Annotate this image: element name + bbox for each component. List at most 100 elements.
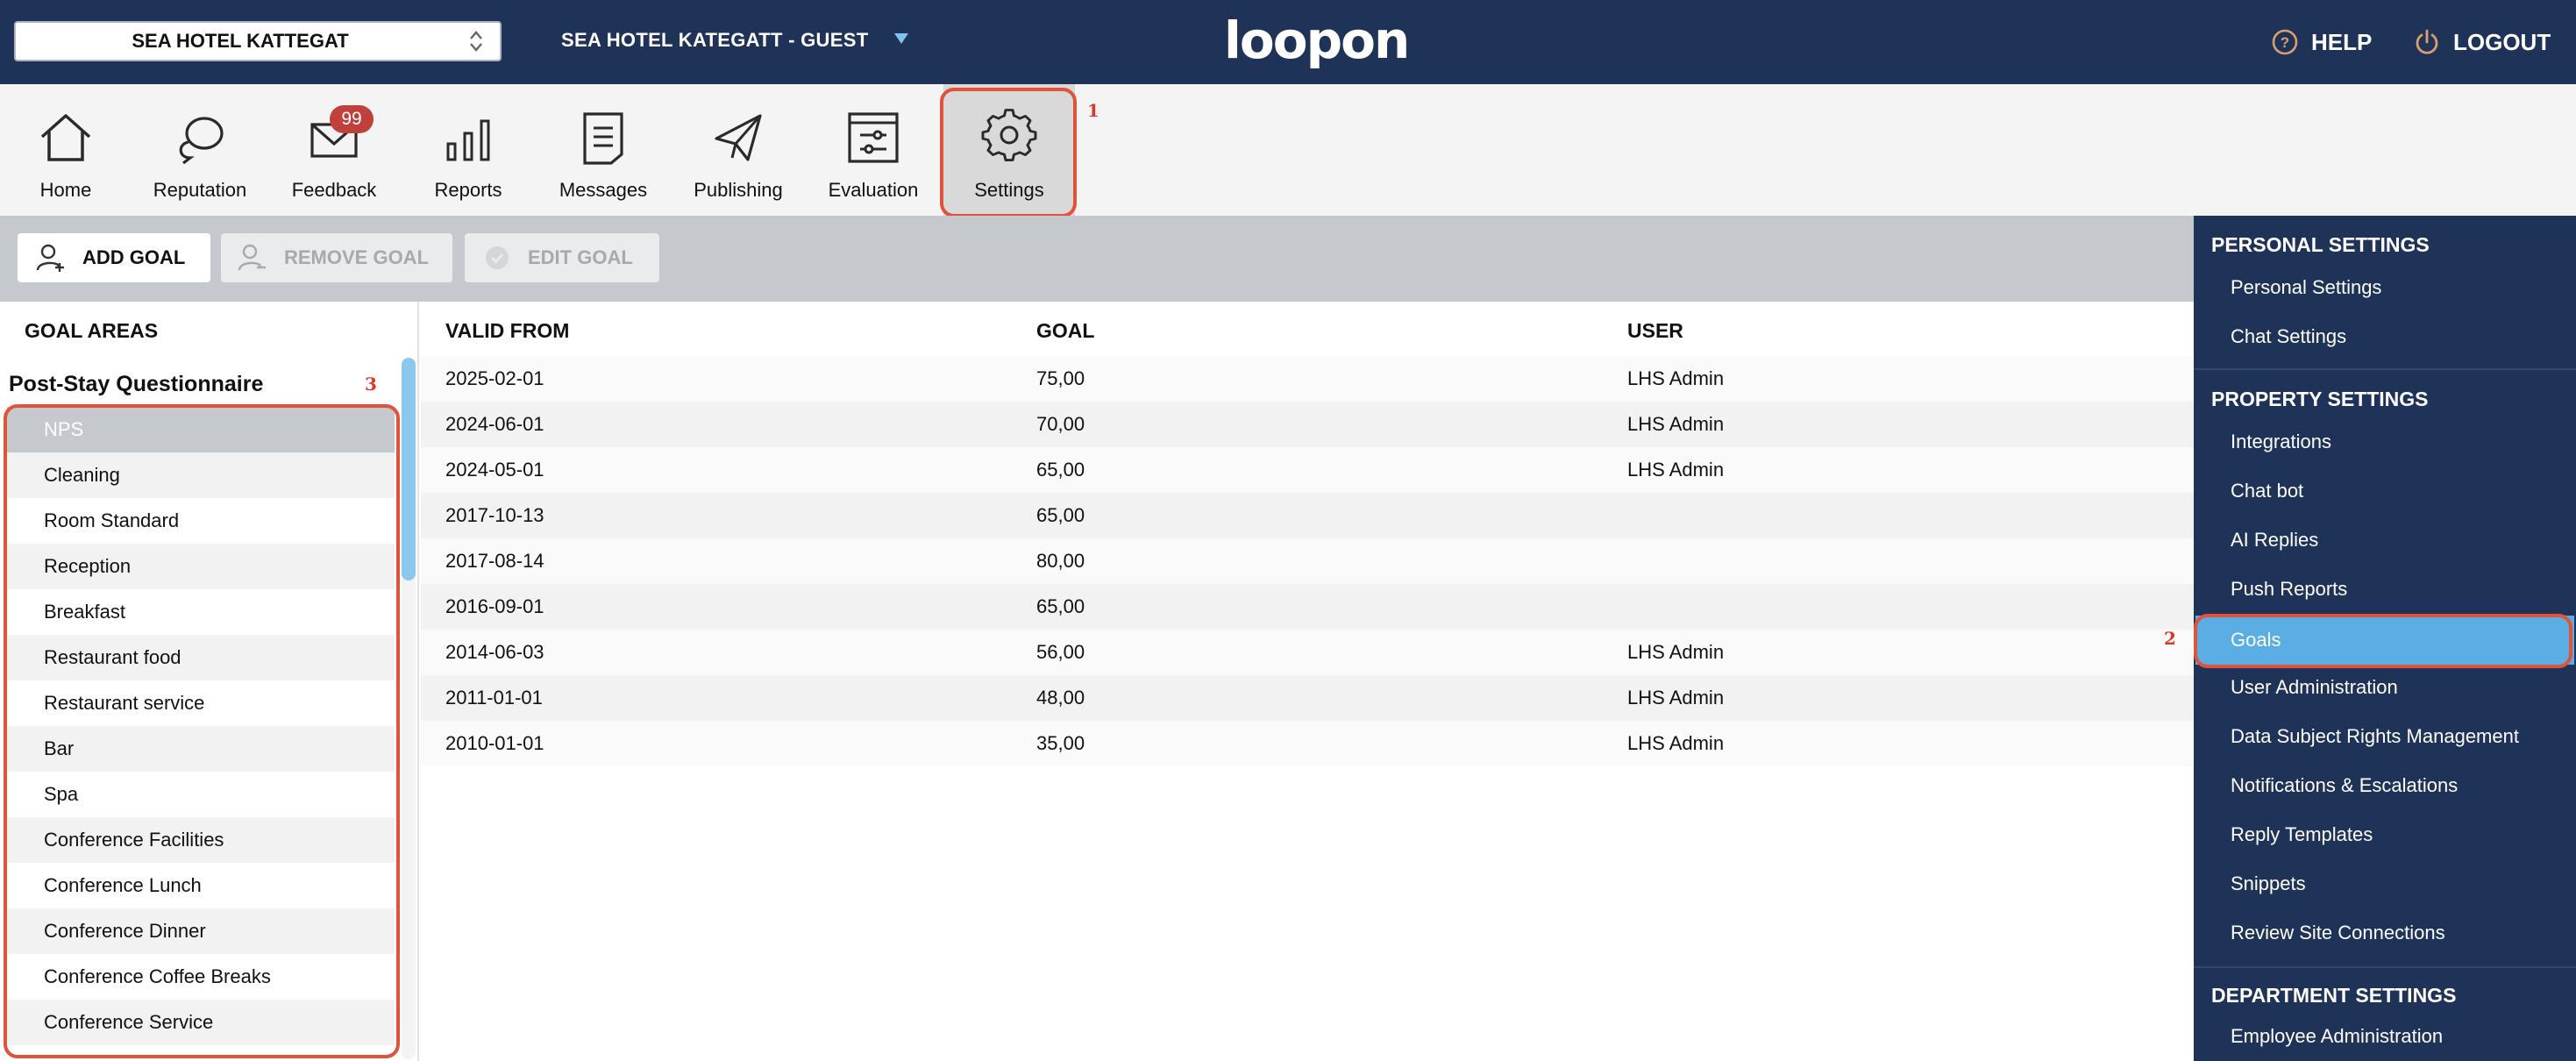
cell-user: LHS Admin [1627,413,1725,435]
nav-reputation-label: Reputation [153,179,247,201]
loopon-logo: loopon [1224,11,1410,70]
column-user[interactable]: USER [1627,319,1683,343]
nav-publishing[interactable]: Publishing [672,84,804,216]
help-circle-icon: ? [2272,29,2298,55]
edit-goal-label: EDIT GOAL [528,246,633,268]
table-row[interactable]: 2024-06-01 70,00 LHS Admin [421,402,2194,447]
guest-selector[interactable]: SEA HOTEL KATEGATT - GUEST [561,0,868,81]
table-row[interactable]: 2024-05-01 65,00 LHS Admin [421,447,2194,493]
remove-goal-button[interactable]: REMOVE GOAL [221,233,452,282]
goal-areas-group-title[interactable]: Post-Stay Questionnaire [9,372,263,397]
main-nav: Home Reputation Feedback Reports Message… [0,84,2576,216]
department-settings-heading: DEPARTMENT SETTINGS [2211,984,2457,1007]
nav-reputation[interactable]: Reputation [134,84,266,216]
table-row[interactable]: 2025-02-01 75,00 LHS Admin [421,356,2194,402]
sidebar-item-personal-settings[interactable]: Personal Settings [2195,263,2574,312]
cell-goal: 35,00 [1036,732,1085,754]
cell-user: LHS Admin [1627,459,1725,481]
sidebar-item-push-reports[interactable]: Push Reports [2195,565,2574,614]
cell-goal: 56,00 [1036,641,1085,663]
cell-valid-from: 2024-06-01 [445,413,544,435]
goals-toolbar: ADD GOAL REMOVE GOAL EDIT GOAL [0,216,2194,302]
sidebar-item-user-administration[interactable]: User Administration [2195,663,2574,712]
column-goal[interactable]: GOAL [1036,319,1094,343]
property-selector[interactable]: SEA HOTEL KATTEGAT [14,21,502,61]
check-circle-icon [486,246,509,269]
sidebar-item-integrations[interactable]: Integrations [2195,417,2574,466]
annotation-1: 1 [1087,100,1099,121]
nav-evaluation[interactable]: Evaluation [808,84,939,216]
cell-valid-from: 2010-01-01 [445,732,544,754]
nav-feedback[interactable]: Feedback [268,84,400,216]
column-valid-from[interactable]: VALID FROM [445,319,569,343]
table-row[interactable]: 2011-01-01 48,00 LHS Admin [421,675,2194,721]
cell-goal: 70,00 [1036,413,1085,435]
power-icon [2416,29,2438,54]
add-goal-label: ADD GOAL [82,246,186,268]
sliders-icon [848,112,899,163]
logout-label: LOGOUT [2453,28,2551,55]
add-user-icon [36,244,64,272]
nav-feedback-label: Feedback [291,179,377,201]
table-row[interactable]: 2014-06-03 56,00 LHS Admin [421,630,2194,675]
cell-valid-from: 2014-06-03 [445,641,544,663]
nav-publishing-label: Publishing [694,179,783,201]
updown-arrows-icon [470,31,482,52]
goal-areas-scrollbar[interactable] [402,358,416,580]
nav-messages[interactable]: Messages [537,84,669,216]
property-selector-label: SEA HOTEL KATTEGAT [132,30,349,52]
cell-goal: 65,00 [1036,504,1085,526]
document-icon [583,112,623,165]
personal-settings-heading: PERSONAL SETTINGS [2211,233,2430,256]
table-row[interactable]: 2010-01-01 35,00 LHS Admin [421,721,2194,766]
cell-goal: 65,00 [1036,595,1085,617]
cell-goal: 80,00 [1036,550,1085,572]
logout-link[interactable]: LOGOUT [2413,0,2551,84]
sidebar-item-data-subject-rights[interactable]: Data Subject Rights Management [2195,712,2574,761]
goals-table-header: VALID FROM GOAL USER [421,302,2194,356]
home-icon [40,114,91,161]
cell-valid-from: 2025-02-01 [445,367,544,389]
help-link[interactable]: ? HELP [2271,0,2372,84]
sidebar-item-chat-settings[interactable]: Chat Settings [2195,312,2574,361]
sidebar-divider [2194,368,2576,370]
annotation-3: 3 [365,374,377,395]
add-goal-button[interactable]: ADD GOAL [18,233,210,282]
settings-highlight [940,88,1077,217]
remove-user-icon [238,244,266,271]
feedback-count-badge: 99 [330,105,374,133]
nav-messages-label: Messages [559,179,648,201]
sidebar-item-snippets[interactable]: Snippets [2195,859,2574,908]
nav-evaluation-label: Evaluation [828,179,919,201]
sidebar-item-ai-replies[interactable]: AI Replies [2195,516,2574,565]
cell-user: LHS Admin [1627,641,1725,663]
table-row[interactable]: 2016-09-01 65,00 [421,584,2194,630]
caret-down-icon[interactable] [894,33,908,44]
cell-goal: 48,00 [1036,687,1085,709]
chat-bubbles-icon [179,117,224,165]
edit-goal-button[interactable]: EDIT GOAL [465,233,659,282]
cell-user: LHS Admin [1627,367,1725,389]
nav-home[interactable]: Home [0,84,132,216]
remove-goal-label: REMOVE GOAL [284,246,430,268]
table-row[interactable]: 2017-08-14 80,00 [421,538,2194,584]
nav-reports[interactable]: Reports [402,84,534,216]
paper-plane-icon [715,114,762,161]
cell-valid-from: 2017-08-14 [445,550,544,572]
cell-valid-from: 2011-01-01 [445,687,543,709]
cell-goal: 65,00 [1036,459,1085,481]
sidebar-item-employee-administration[interactable]: Employee Administration [2195,1012,2574,1061]
sidebar-item-notifications[interactable]: Notifications & Escalations [2195,761,2574,810]
nav-home-label: Home [39,179,92,201]
sidebar-item-chat-bot[interactable]: Chat bot [2195,466,2574,516]
top-bar: SEA HOTEL KATTEGAT SEA HOTEL KATEGATT - … [0,0,2576,84]
sidebar-item-reply-templates[interactable]: Reply Templates [2195,810,2574,859]
table-row[interactable]: 2017-10-13 65,00 [421,493,2194,538]
cell-user: LHS Admin [1627,687,1725,709]
goal-areas-highlight [4,404,400,1058]
cell-user: LHS Admin [1627,732,1725,754]
nav-reports-label: Reports [434,179,502,201]
sidebar-item-review-site-connections[interactable]: Review Site Connections [2195,908,2574,958]
goals-table-body: 2025-02-01 75,00 LHS Admin 2024-06-01 70,00 L… [421,356,2194,766]
cell-valid-from: 2024-05-01 [445,459,544,481]
